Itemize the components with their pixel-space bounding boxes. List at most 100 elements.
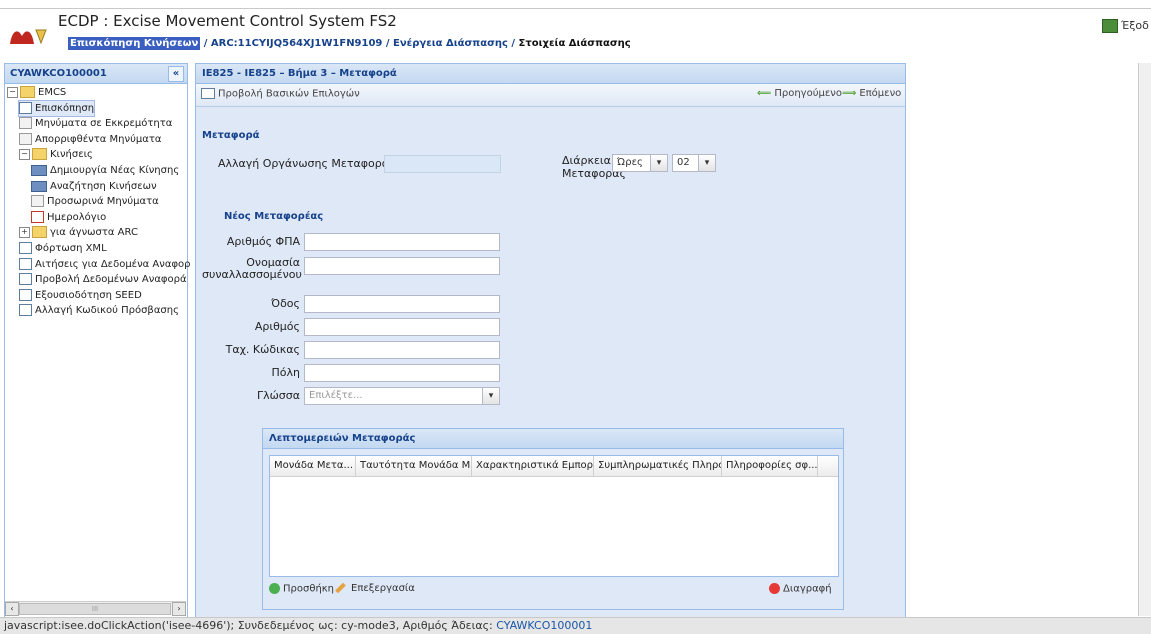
- add-button[interactable]: Προσθήκη: [269, 583, 334, 595]
- delete-button[interactable]: Διαγραφή: [769, 583, 832, 595]
- grid-column-header[interactable]: Μονάδα Μετα...: [270, 456, 356, 476]
- scroll-thumb[interactable]: III: [19, 603, 171, 615]
- panel-title: IE825 - IE825 – Βήμα 3 – Μεταφορά: [196, 64, 905, 84]
- sidebar-item-label: Αλλαγή Κωδικού Πρόσβασης: [35, 305, 179, 316]
- breadcrumb-split-action[interactable]: Ενέργεια Διάσπασης: [393, 38, 508, 49]
- language-select[interactable]: Επιλέξτε... ▾: [304, 387, 500, 405]
- sidebar-item[interactable]: Φόρτωση XML: [19, 241, 107, 256]
- document-icon: [19, 117, 32, 129]
- trader-name-input[interactable]: [304, 257, 500, 275]
- basic-options-button[interactable]: Προβολή Βασικών Επιλογών: [201, 88, 360, 100]
- grid-toolbar: Προσθήκη Επεξεργασία Διαγραφή: [263, 579, 841, 603]
- sidebar-item-label: Εξουσιοδότηση SEED: [35, 290, 142, 301]
- city-input[interactable]: [304, 364, 500, 382]
- duration-unit-value: Ώρες: [617, 157, 643, 168]
- next-label: Επόμενο: [859, 88, 902, 99]
- add-label: Προσθήκη: [283, 583, 335, 595]
- edit-button[interactable]: Επεξεργασία: [335, 582, 415, 594]
- ecdp-logo-icon: [10, 29, 47, 45]
- tree-horizontal-scrollbar[interactable]: ‹ III ›: [5, 601, 186, 616]
- main-form-panel: IE825 - IE825 – Βήμα 3 – Μεταφορά Προβολ…: [195, 63, 906, 618]
- change-organisation-label: Αλλαγή Οργάνωσης Μεταφοράς: [218, 157, 396, 170]
- previous-label: Προηγούμενο: [774, 88, 842, 99]
- tree-panel-header: CYAWKCO100001 «: [5, 64, 187, 84]
- edit-label: Επεξεργασία: [351, 583, 415, 594]
- scroll-left-button[interactable]: ‹: [5, 602, 19, 616]
- language-placeholder: Επιλέξτε...: [309, 390, 363, 401]
- sidebar-item-label: Προσωρινά Μηνύματα: [47, 196, 159, 207]
- form-content: Μεταφορά Αλλαγή Οργάνωσης Μεταφοράς Διάρ…: [202, 110, 896, 610]
- chevron-down-icon: ▾: [698, 155, 715, 171]
- sidebar-item-label: Προβολή Δεδομένων Αναφορά: [35, 274, 187, 285]
- sidebar-item[interactable]: − EMCS: [7, 85, 66, 100]
- transport-details-title: Λεπτομερειών Μεταφοράς: [263, 429, 843, 449]
- exit-button[interactable]: Έξοδ: [1102, 19, 1151, 37]
- sidebar-item-label: για άγνωστα ARC: [50, 227, 138, 238]
- add-icon: [269, 583, 280, 594]
- sidebar-item-label: Ημερολόγιο: [47, 212, 107, 223]
- sidebar-item[interactable]: + για άγνωστα ARC: [19, 225, 138, 240]
- collapse-panel-button[interactable]: «: [168, 66, 184, 82]
- sidebar-item[interactable]: Απορριφθέντα Μηνύματα: [19, 132, 161, 147]
- app-header: ECDP : Excise Movement Control System FS…: [0, 0, 1151, 62]
- breadcrumb-separator: /: [507, 38, 519, 49]
- sidebar-item-label: Δημιουργία Νέας Κίνησης: [50, 165, 180, 176]
- change-organisation-field[interactable]: [384, 155, 501, 173]
- duration-unit-select[interactable]: Ώρες ▾: [612, 154, 668, 172]
- sidebar-item[interactable]: Εξουσιοδότηση SEED: [19, 288, 142, 303]
- transport-details-panel: Λεπτομερειών Μεταφοράς Μονάδα Μετα... Ταυ…: [262, 428, 844, 610]
- collapse-icon[interactable]: −: [19, 148, 30, 160]
- expand-icon[interactable]: +: [19, 226, 30, 238]
- tree-panel-title: CYAWKCO100001: [10, 68, 107, 79]
- sidebar-item[interactable]: Επισκόπηση: [17, 100, 96, 117]
- duration-value-select[interactable]: 02 ▾: [672, 154, 716, 172]
- breadcrumb-separator: /: [200, 38, 211, 49]
- sidebar-item-label: EMCS: [38, 87, 67, 98]
- collapse-icon[interactable]: −: [7, 86, 18, 98]
- grid-column-header[interactable]: Πληροφορίες σφ...: [722, 456, 818, 476]
- grid-column-header[interactable]: Χαρακτηριστικά Εμπορικ...: [472, 456, 594, 476]
- grid-column-header[interactable]: Ταυτότητα Μονάδα Με...: [356, 456, 472, 476]
- sidebar-item[interactable]: Προβολή Δεδομένων Αναφορά: [19, 272, 187, 287]
- sidebar-item[interactable]: Δημιουργία Νέας Κίνησης: [31, 163, 179, 178]
- duration-value: 02: [677, 157, 690, 168]
- duration-label-line1: Διάρκεια: [562, 154, 611, 167]
- sidebar-item-label: Απορριφθέντα Μηνύματα: [35, 134, 162, 145]
- sidebar-item-label: Αναζήτηση Κινήσεων: [50, 181, 157, 192]
- breadcrumb-arc[interactable]: ARC:11CYIJQ564XJ1W1FN9109: [211, 38, 383, 49]
- vat-number-input[interactable]: [304, 233, 500, 251]
- city-label: Πόλη: [271, 366, 300, 379]
- navigation-tree-panel: CYAWKCO100001 « − EMCS Επισκόπηση Μηνύματα …: [4, 63, 191, 618]
- vat-label: Αριθμός ΦΠΑ: [226, 235, 300, 248]
- street-number-input[interactable]: [304, 318, 500, 336]
- sidebar-item[interactable]: Αναζήτηση Κινήσεων: [31, 179, 157, 194]
- breadcrumb-separator: /: [382, 38, 394, 49]
- basic-options-label: Προβολή Βασικών Επιλογών: [218, 88, 360, 100]
- list-icon: [19, 304, 32, 316]
- list-icon: [19, 289, 32, 301]
- street-input[interactable]: [304, 295, 500, 313]
- trader-name-label-line2: συναλλασσομένου: [202, 268, 302, 281]
- sidebar-item[interactable]: Προσωρινά Μηνύματα: [31, 194, 159, 209]
- postcode-label: Ταχ. Κώδικας: [225, 343, 300, 356]
- scroll-right-button[interactable]: ›: [172, 602, 186, 616]
- sidebar-item[interactable]: Μηνύματα σε Εκκρεμότητα: [19, 116, 172, 131]
- document-icon: [19, 133, 32, 145]
- grid-column-header[interactable]: Συμπληρωματικές Πληροφ...: [594, 456, 722, 476]
- sidebar-item[interactable]: Αλλαγή Κωδικού Πρόσβασης: [19, 303, 179, 318]
- app-title: ECDP : Excise Movement Control System FS…: [58, 12, 397, 30]
- sidebar-item[interactable]: Αιτήσεις για Δεδομένα Αναφορ: [19, 257, 191, 272]
- postcode-input[interactable]: [304, 341, 500, 359]
- header-rule: [0, 8, 1151, 9]
- view-options-icon: [201, 88, 215, 99]
- sidebar-item-label: Κινήσεις: [50, 149, 93, 160]
- page-vertical-scrollbar[interactable]: [1138, 63, 1151, 616]
- list-icon: [19, 242, 32, 254]
- breadcrumb-movements-overview[interactable]: Επισκόπηση Κινήσεων: [68, 37, 201, 50]
- sidebar-item[interactable]: Ημερολόγιο: [31, 210, 106, 225]
- sidebar-item[interactable]: − Κινήσεις: [19, 147, 93, 162]
- previous-button[interactable]: ⟸ Προηγούμενο: [757, 88, 842, 99]
- chevron-down-icon: ▾: [482, 388, 499, 404]
- truck-icon: [31, 164, 47, 176]
- next-button[interactable]: ⟹ Επόμενο: [842, 88, 901, 99]
